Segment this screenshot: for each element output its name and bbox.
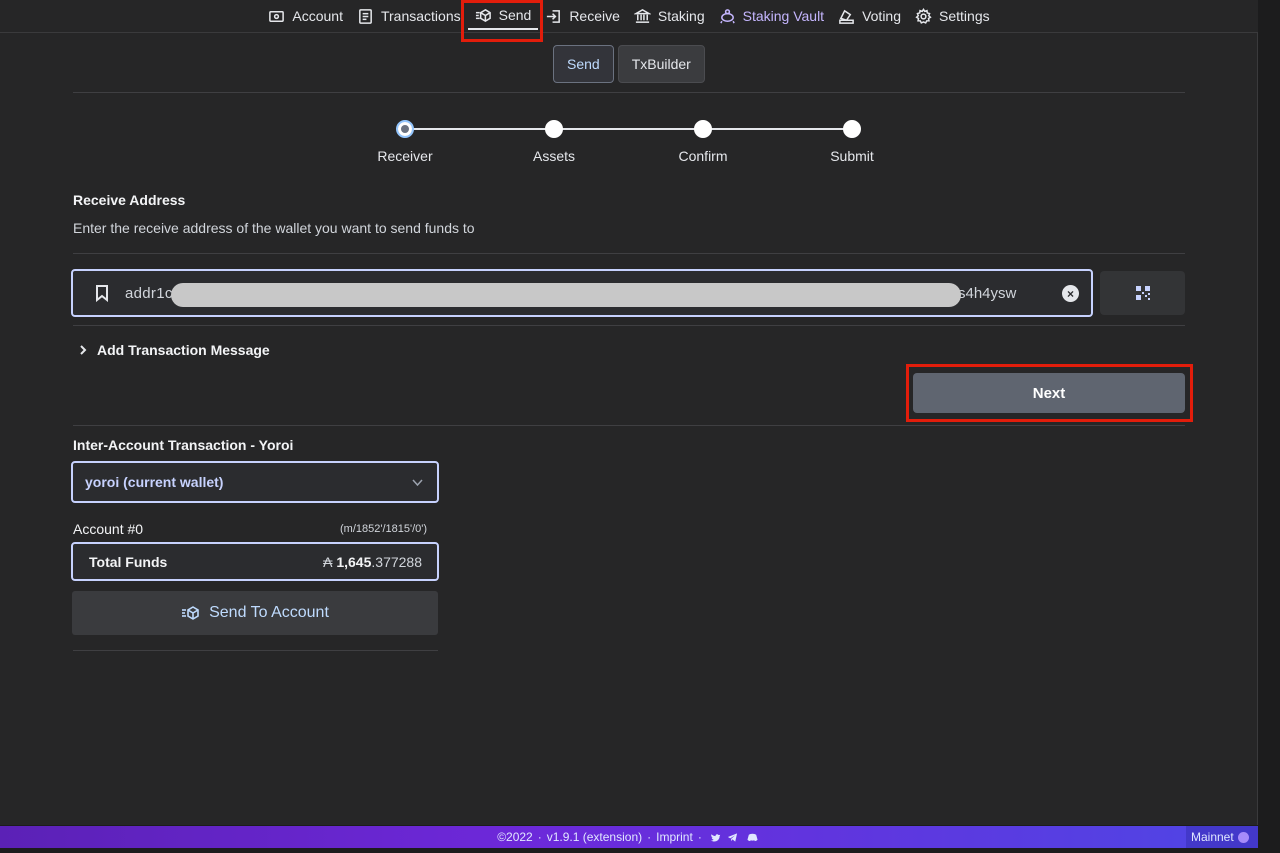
network-label: Mainnet	[1191, 830, 1234, 844]
nav-receive-label: Receive	[569, 8, 620, 24]
telegram-icon[interactable]	[727, 832, 738, 843]
divider	[73, 425, 1185, 426]
nav-voting-label: Voting	[862, 8, 902, 24]
send-to-account-button[interactable]: Send To Account	[72, 591, 438, 635]
step-dot-assets	[545, 120, 563, 138]
funds-integer: 1,645	[336, 554, 372, 570]
progress-stepper: Receiver Assets Confirm Submit	[372, 117, 892, 167]
receive-address-description: Enter the receive address of the wallet …	[73, 220, 475, 236]
tab-txbuilder[interactable]: TxBuilder	[617, 45, 705, 83]
step-label-submit: Submit	[830, 148, 874, 164]
step-label-receiver: Receiver	[377, 148, 433, 164]
nav-staking-vault-label: Staking Vault	[742, 8, 825, 24]
footer-version: v1.9.1 (extension)	[546, 830, 643, 844]
funds-decimal: .377288	[371, 554, 422, 570]
step-line	[405, 128, 554, 130]
chevron-right-icon	[80, 345, 87, 355]
receive-address-input[interactable]: addr1c s4h4ysw ×	[71, 269, 1093, 317]
qr-code-icon	[1135, 286, 1150, 300]
separator: ·	[537, 830, 542, 844]
nav-receive[interactable]: Receive	[538, 0, 627, 33]
list-icon	[359, 8, 372, 24]
step-dot-receiver	[396, 120, 414, 138]
divider	[73, 253, 1185, 254]
separator: ·	[697, 830, 702, 844]
bookmark-icon[interactable]	[93, 284, 111, 302]
nav-send-label: Send	[498, 7, 532, 23]
total-funds-value: ₳ 1,645.377288	[323, 554, 422, 570]
nav-send[interactable]: Send	[467, 2, 539, 30]
inter-account-title: Inter-Account Transaction - Yoroi	[73, 437, 294, 453]
discord-icon[interactable]	[747, 832, 758, 843]
nav-account[interactable]: Account	[261, 0, 350, 33]
next-button[interactable]: Next	[913, 373, 1185, 413]
footer: ©2022 · v1.9.1 (extension) · Imprint ·	[0, 826, 1258, 848]
wallet-select-value: yoroi (current wallet)	[85, 474, 224, 490]
clear-icon[interactable]: ×	[1062, 285, 1079, 302]
footer-imprint-link[interactable]: Imprint	[656, 830, 693, 844]
wallet-select[interactable]: yoroi (current wallet)	[71, 461, 439, 503]
vault-icon	[719, 8, 735, 23]
wallet-icon	[269, 10, 285, 22]
divider	[73, 92, 1185, 93]
receive-address-title: Receive Address	[73, 192, 186, 208]
address-redaction	[171, 283, 961, 307]
app-window: Account Transactions Send Receive Stakin…	[0, 0, 1258, 825]
nav-staking-vault[interactable]: Staking Vault	[712, 0, 831, 33]
address-value-end: s4h4ysw	[958, 285, 1017, 302]
total-funds-box: Total Funds ₳ 1,645.377288	[71, 542, 439, 581]
gear-icon	[915, 7, 932, 24]
vote-icon	[839, 9, 854, 24]
send-icon	[475, 8, 491, 22]
nav-staking-label: Staking	[657, 8, 705, 24]
ada-symbol: ₳	[323, 554, 333, 570]
step-line	[703, 128, 852, 130]
twitter-icon[interactable]	[710, 832, 721, 843]
nav-settings[interactable]: Settings	[908, 0, 997, 33]
divider	[73, 325, 1185, 326]
nav-account-label: Account	[292, 8, 343, 24]
separator: ·	[647, 830, 652, 844]
footer-copyright: ©2022	[497, 830, 533, 844]
nav-transactions-label: Transactions	[380, 8, 461, 24]
add-transaction-message-toggle[interactable]: Add Transaction Message	[77, 342, 270, 358]
send-to-account-label: Send To Account	[209, 604, 329, 621]
nav-voting[interactable]: Voting	[831, 0, 908, 33]
nav-settings-label: Settings	[939, 8, 990, 24]
step-label-confirm: Confirm	[678, 148, 728, 164]
tab-send[interactable]: Send	[553, 45, 614, 83]
bank-icon	[633, 8, 651, 23]
send-icon	[182, 606, 199, 620]
qr-scan-button[interactable]	[1100, 271, 1185, 315]
send-mode-tabs: Send TxBuilder	[553, 45, 705, 83]
nav-staking[interactable]: Staking	[627, 0, 712, 33]
account-label: Account #0	[73, 521, 144, 537]
step-label-assets: Assets	[532, 148, 576, 164]
total-funds-label: Total Funds	[89, 554, 168, 570]
chevron-down-icon	[412, 479, 423, 487]
top-navigation: Account Transactions Send Receive Stakin…	[0, 0, 1258, 33]
step-dot-submit	[843, 120, 861, 138]
add-transaction-message-label: Add Transaction Message	[97, 342, 270, 358]
nav-transactions[interactable]: Transactions	[350, 0, 468, 33]
verified-icon	[1237, 831, 1249, 843]
step-line	[554, 128, 703, 130]
account-derivation-path: (m/1852'/1815'/0')	[340, 523, 428, 535]
step-dot-confirm	[694, 120, 712, 138]
receive-icon	[547, 9, 561, 23]
divider	[73, 650, 438, 651]
address-value-start: addr1c	[125, 285, 173, 302]
network-badge: Mainnet	[1186, 826, 1258, 848]
